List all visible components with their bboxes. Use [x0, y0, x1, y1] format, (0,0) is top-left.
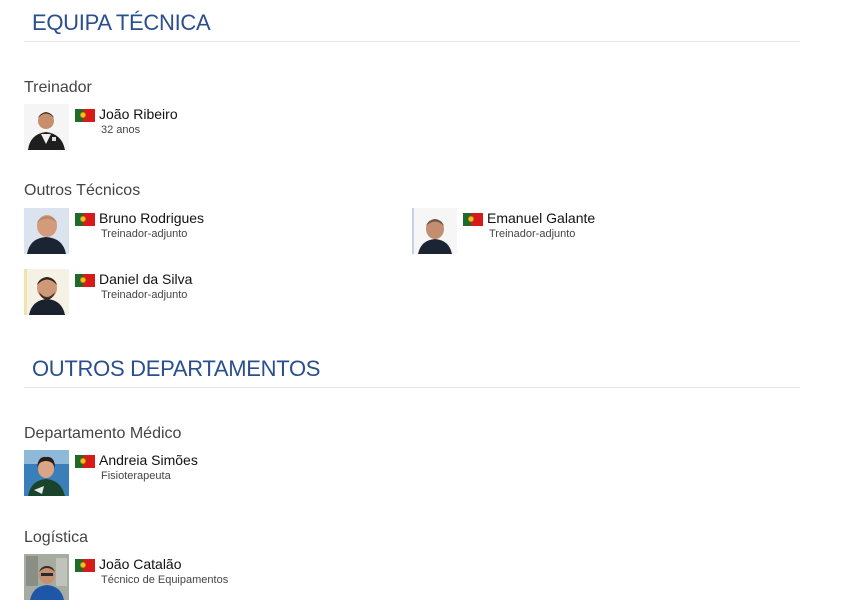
person-role: Treinador-adjunto: [489, 228, 576, 240]
person-card-andreia-simoes[interactable]: Andreia Simões Fisioterapeuta: [24, 450, 384, 498]
person-card-daniel-da-silva[interactable]: Daniel da Silva Treinador-adjunto: [24, 269, 384, 317]
portugal-flag-icon: [75, 109, 95, 122]
avatar[interactable]: [24, 208, 69, 254]
avatar[interactable]: [24, 450, 69, 496]
person-name[interactable]: Emanuel Galante: [487, 210, 595, 226]
group-label-departamento-medico: Departamento Médico: [24, 425, 182, 442]
person-role: Fisioterapeuta: [101, 470, 171, 482]
person-role: Treinador-adjunto: [101, 289, 188, 301]
group-label-outros-tecnicos: Outros Técnicos: [24, 182, 141, 199]
avatar[interactable]: [412, 208, 457, 254]
portugal-flag-icon: [75, 274, 95, 287]
avatar[interactable]: [24, 104, 69, 150]
avatar[interactable]: [24, 554, 69, 600]
avatar[interactable]: [24, 269, 69, 315]
section-title-equipa-tecnica: EQUIPA TÉCNICA: [24, 9, 800, 42]
group-label-logistica: Logística: [24, 529, 89, 546]
portugal-flag-icon: [75, 559, 95, 572]
person-card-emanuel-galante[interactable]: Emanuel Galante Treinador-adjunto: [412, 208, 772, 256]
person-card-joao-ribeiro[interactable]: João Ribeiro 32 anos: [24, 104, 384, 152]
group-label-treinador: Treinador: [24, 79, 92, 96]
portugal-flag-icon: [75, 213, 95, 226]
person-role: Treinador-adjunto: [101, 228, 188, 240]
person-name[interactable]: João Ribeiro: [99, 106, 178, 122]
person-name[interactable]: Andreia Simões: [99, 452, 198, 468]
section-title-outros-departamentos: OUTROS DEPARTAMENTOS: [24, 355, 800, 388]
person-name[interactable]: Bruno Rodrigues: [99, 210, 204, 226]
portugal-flag-icon: [75, 455, 95, 468]
portugal-flag-icon: [463, 213, 483, 226]
person-name[interactable]: João Catalão: [99, 556, 182, 572]
person-card-bruno-rodrigues[interactable]: Bruno Rodrigues Treinador-adjunto: [24, 208, 384, 256]
person-name[interactable]: Daniel da Silva: [99, 271, 192, 287]
person-role: Técnico de Equipamentos: [101, 574, 229, 586]
person-role: 32 anos: [101, 124, 141, 136]
person-card-joao-catalao[interactable]: João Catalão Técnico de Equipamentos: [24, 554, 384, 602]
